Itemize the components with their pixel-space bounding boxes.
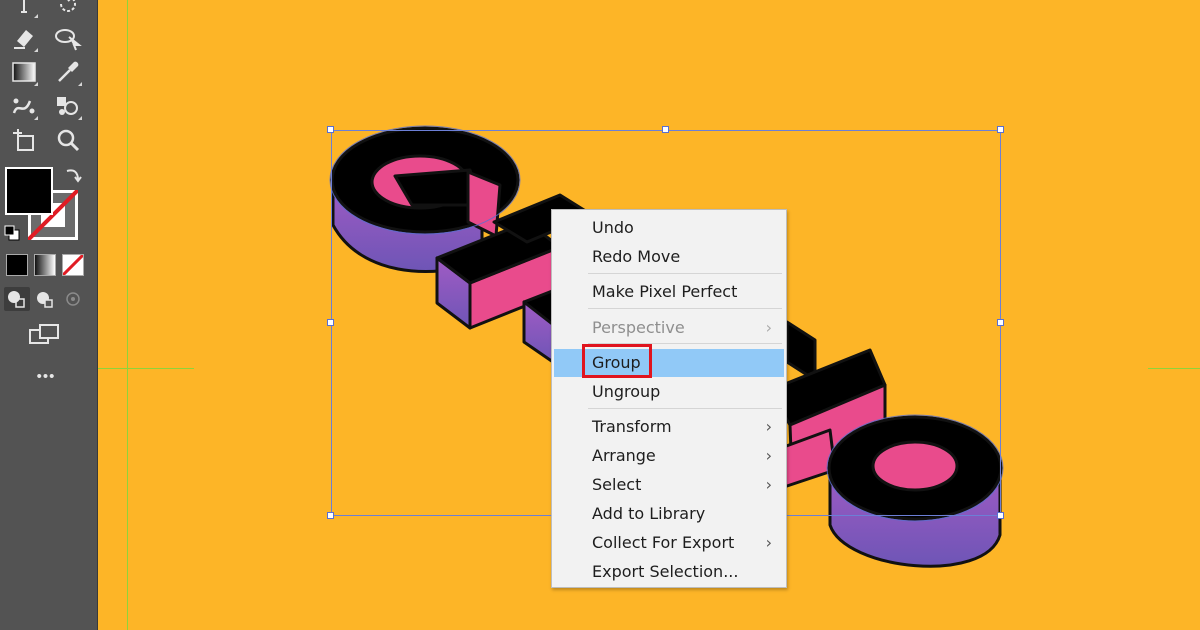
- menu-item-add-to-library[interactable]: Add to Library: [554, 500, 784, 528]
- resize-handle-top-right[interactable]: [997, 126, 1004, 133]
- resize-handle-bottom-left[interactable]: [327, 512, 334, 519]
- menu-item-transform[interactable]: Transform ›: [554, 413, 784, 441]
- submenu-arrow-icon: ›: [765, 475, 772, 494]
- menu-separator: [588, 408, 782, 409]
- menu-item-redo-move[interactable]: Redo Move: [554, 243, 784, 271]
- context-menu: Undo Redo Move Make Pixel Perfect Perspe…: [551, 209, 787, 588]
- menu-separator: [588, 273, 782, 274]
- resize-handle-top-center[interactable]: [662, 126, 669, 133]
- submenu-arrow-icon: ›: [765, 318, 772, 337]
- resize-handle-top-left[interactable]: [327, 126, 334, 133]
- resize-handle-middle-left[interactable]: [327, 319, 334, 326]
- menu-item-ungroup[interactable]: Ungroup: [554, 378, 784, 406]
- letter-o-shape[interactable]: [827, 415, 1003, 568]
- menu-item-select[interactable]: Select ›: [554, 471, 784, 499]
- menu-item-undo[interactable]: Undo: [554, 214, 784, 242]
- menu-separator: [588, 343, 782, 344]
- submenu-arrow-icon: ›: [765, 446, 772, 465]
- menu-item-group[interactable]: Group: [554, 349, 784, 377]
- resize-handle-bottom-right[interactable]: [997, 512, 1004, 519]
- menu-item-export-selection[interactable]: Export Selection...: [554, 558, 784, 586]
- menu-item-perspective: Perspective ›: [554, 314, 784, 342]
- submenu-arrow-icon: ›: [765, 533, 772, 552]
- menu-item-make-pixel-perfect[interactable]: Make Pixel Perfect: [554, 278, 784, 306]
- menu-separator: [588, 308, 782, 309]
- fill-color-swatch[interactable]: [5, 167, 53, 215]
- menu-item-arrange[interactable]: Arrange ›: [554, 442, 784, 470]
- submenu-arrow-icon: ›: [765, 417, 772, 436]
- resize-handle-middle-right[interactable]: [997, 319, 1004, 326]
- menu-item-collect-for-export[interactable]: Collect For Export ›: [554, 529, 784, 557]
